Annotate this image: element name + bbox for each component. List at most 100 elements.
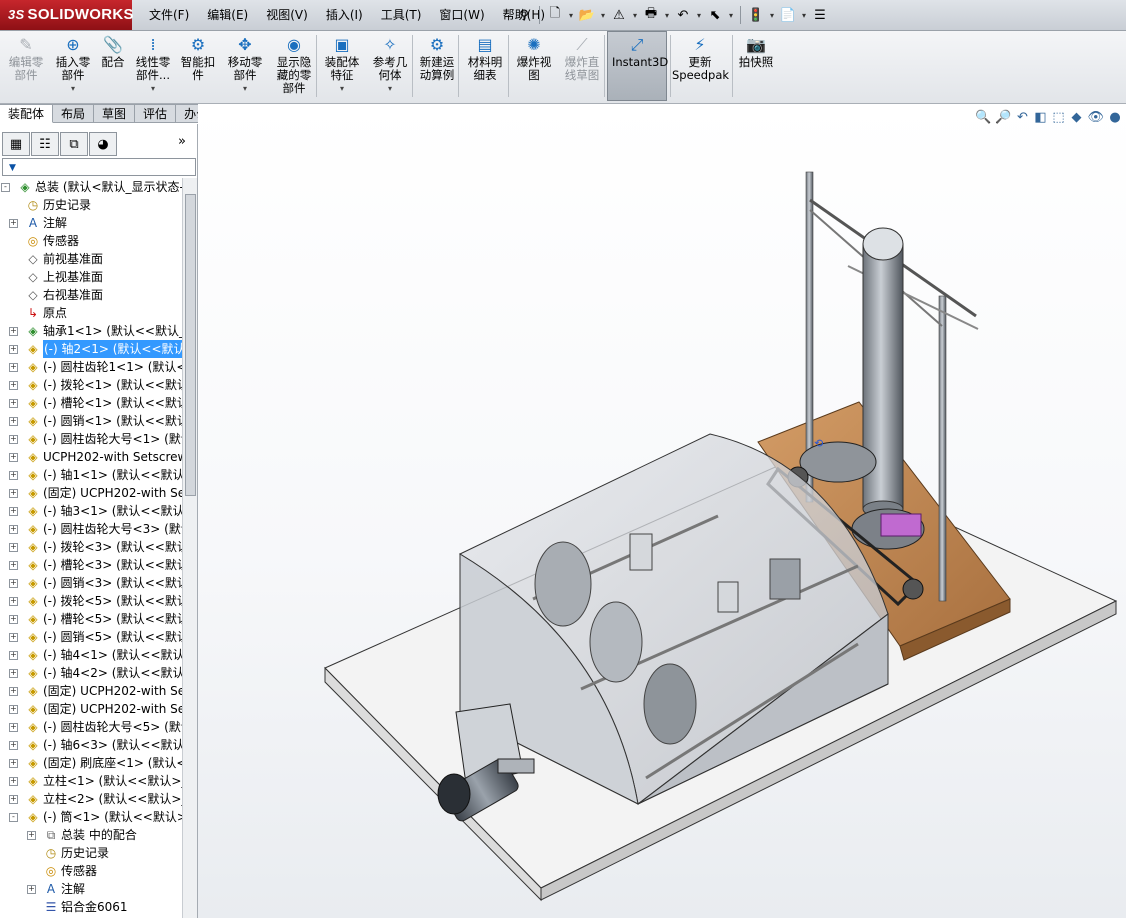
dropdown-arrow-icon[interactable]: ▾ <box>368 82 412 95</box>
tree-item[interactable]: + ◈ UCPH202-with Setscrew <box>0 448 182 466</box>
tree-item[interactable]: - ◈ 总装 (默认<默认_显示状态-1 <box>0 178 182 196</box>
file-properties-icon[interactable]: 📄 <box>778 5 798 25</box>
toolbar-button-2[interactable]: 📎 配合 <box>98 33 128 101</box>
tree-item[interactable]: ◎ 传感器 <box>0 232 182 250</box>
dropdown-arrow-icon[interactable]: ▾ <box>320 82 364 95</box>
dropdown-arrow-icon[interactable]: ▾ <box>599 5 607 25</box>
tree-expand-toggle[interactable]: + <box>9 633 18 642</box>
tree-item[interactable]: + ◈ (-) 圆柱齿轮大号<1> (默认 <box>0 430 182 448</box>
tree-item[interactable]: + ◈ (-) 槽轮<3> (默认<<默认 <box>0 556 182 574</box>
tree-expand-toggle[interactable]: + <box>9 597 18 606</box>
tree-filter-box[interactable]: ▼ <box>2 158 196 176</box>
tree-item[interactable]: + A 注解 <box>0 880 182 898</box>
toolbar-button-7[interactable]: ▣ 装配体 特征 ▾ <box>320 33 364 101</box>
menu-item-0[interactable]: 文件(F) <box>140 0 198 30</box>
tree-expand-toggle[interactable]: + <box>9 471 18 480</box>
tree-expand-toggle[interactable]: + <box>9 381 18 390</box>
tree-expand-toggle[interactable]: + <box>9 723 18 732</box>
assembly-model[interactable]: ⟲ <box>198 104 1126 918</box>
dropdown-arrow-icon[interactable]: ▾ <box>631 5 639 25</box>
tree-expand-toggle[interactable]: + <box>9 687 18 696</box>
graphics-viewport[interactable]: 🔍 🔎 ↶ ◧ ⬚ ◆ 👁 ● ⟲ <box>198 104 1126 918</box>
tab-2[interactable]: 草图 <box>94 104 136 123</box>
tree-expand-toggle[interactable]: + <box>9 489 18 498</box>
tree-expand-toggle[interactable]: + <box>9 759 18 768</box>
toolbar-button-3[interactable]: ⁞ 线性零 部件... ▾ <box>132 33 174 101</box>
pin-icon[interactable]: ⚲ <box>514 5 534 25</box>
tree-item[interactable]: ◇ 上视基准面 <box>0 268 182 286</box>
toolbar-button-6[interactable]: ◉ 显示隐 藏的零 部件 <box>272 33 316 101</box>
dropdown-arrow-icon[interactable]: ▾ <box>663 5 671 25</box>
tree-item[interactable]: ☰ 铝合金6061 <box>0 898 182 916</box>
dropdown-arrow-icon[interactable]: ▾ <box>768 5 776 25</box>
rebuild-icon[interactable]: ⚠ <box>609 5 629 25</box>
open-folder-icon[interactable]: 📂 <box>577 5 597 25</box>
tree-item[interactable]: + ◈ (-) 圆销<1> (默认<<默认 <box>0 412 182 430</box>
toolbar-button-0[interactable]: ✎ 编辑零 部件 <box>4 33 48 101</box>
tree-item[interactable]: ◇ 右视基准面 <box>0 286 182 304</box>
tab-1[interactable]: 布局 <box>53 104 95 123</box>
tree-item[interactable]: + ⧉ 总装 中的配合 <box>0 826 182 844</box>
tree-item[interactable]: - ◈ (-) 筒<1> (默认<<默认>_ <box>0 808 182 826</box>
toolbar-button-4[interactable]: ⚙ 智能扣 件 <box>178 33 218 101</box>
tree-item[interactable]: + ◈ 立柱<1> (默认<<默认>_ <box>0 772 182 790</box>
tree-item[interactable]: + ◈ (-) 圆柱齿轮大号<5> (默认 <box>0 718 182 736</box>
tree-item[interactable]: + ◈ (-) 圆柱齿轮1<1> (默认< <box>0 358 182 376</box>
tree-expand-toggle[interactable]: + <box>9 561 18 570</box>
options-icon[interactable]: ☰ <box>810 5 830 25</box>
toolbar-button-14[interactable]: ⚡ 更新 Speedpak <box>672 33 729 101</box>
tree-scroll-thumb[interactable] <box>185 194 196 496</box>
configuration-manager-tab-icon[interactable]: ⧉ <box>60 132 88 156</box>
tree-expand-toggle[interactable]: + <box>9 399 18 408</box>
tree-item[interactable]: + ◈ (-) 圆柱齿轮大号<3> (默认 <box>0 520 182 538</box>
tree-expand-toggle[interactable]: + <box>9 615 18 624</box>
tree-item[interactable]: + ◈ (-) 轴4<1> (默认<<默认 <box>0 646 182 664</box>
tree-item[interactable]: + ◈ (-) 轴3<1> (默认<<默认 <box>0 502 182 520</box>
tree-expand-toggle[interactable]: + <box>9 669 18 678</box>
dropdown-arrow-icon[interactable]: ▾ <box>567 5 575 25</box>
toolbar-button-9[interactable]: ⚙ 新建运 动算例 <box>416 33 458 101</box>
tree-expand-toggle[interactable]: + <box>9 453 18 462</box>
tree-item[interactable]: + ◈ (-) 拨轮<5> (默认<<默认 <box>0 592 182 610</box>
tree-item[interactable]: + ◈ (固定) 刷底座<1> (默认< <box>0 754 182 772</box>
menu-item-5[interactable]: 窗口(W) <box>430 0 493 30</box>
tree-expand-toggle[interactable]: + <box>9 705 18 714</box>
menu-item-1[interactable]: 编辑(E) <box>198 0 257 30</box>
tree-item[interactable]: ◇ 前视基准面 <box>0 250 182 268</box>
tree-item[interactable]: + ◈ (-) 圆销<5> (默认<<默认 <box>0 628 182 646</box>
tree-item[interactable]: ↳ 原点 <box>0 304 182 322</box>
tree-expand-toggle[interactable]: + <box>9 651 18 660</box>
dropdown-arrow-icon[interactable]: ▾ <box>800 5 808 25</box>
tree-item[interactable]: + ◈ (-) 槽轮<5> (默认<<默认 <box>0 610 182 628</box>
menu-item-3[interactable]: 插入(I) <box>317 0 372 30</box>
tree-expand-toggle[interactable]: + <box>9 219 18 228</box>
tree-item[interactable]: ◷ 历史记录 <box>0 844 182 862</box>
tree-expand-toggle[interactable]: + <box>9 435 18 444</box>
tree-expand-toggle[interactable]: - <box>9 813 18 822</box>
traffic-light-icon[interactable]: 🚦 <box>746 5 766 25</box>
toolbar-button-10[interactable]: ▤ 材料明 细表 <box>462 33 508 101</box>
tree-item[interactable]: + ◈ (-) 拨轮<1> (默认<<默认 <box>0 376 182 394</box>
toolbar-button-1[interactable]: ⊕ 插入零 部件 ▾ <box>52 33 94 101</box>
tree-item[interactable]: + ◈ 立柱<2> (默认<<默认>_ <box>0 790 182 808</box>
solidworks-logo[interactable]: 3S SOLIDWORKS <box>0 0 134 30</box>
tree-expand-toggle[interactable]: + <box>9 795 18 804</box>
tree-expand-toggle[interactable]: + <box>9 741 18 750</box>
tree-item[interactable]: + ◈ (-) 轴1<1> (默认<<默认 <box>0 466 182 484</box>
tree-expand-toggle[interactable]: + <box>9 345 18 354</box>
tree-expand-toggle[interactable]: + <box>9 525 18 534</box>
dropdown-arrow-icon[interactable]: ▾ <box>52 82 94 95</box>
feature-manager-tab-icon[interactable]: ▦ <box>2 132 30 156</box>
tree-expand-toggle[interactable]: + <box>9 417 18 426</box>
tab-0[interactable]: 装配体 <box>0 104 54 123</box>
tree-expand-toggle[interactable]: + <box>9 579 18 588</box>
tree-expand-toggle[interactable]: - <box>1 183 10 192</box>
print-icon[interactable]: 🖶 <box>641 5 661 25</box>
tree-item[interactable]: ◷ 历史记录 <box>0 196 182 214</box>
tree-expand-toggle[interactable]: + <box>9 777 18 786</box>
tree-item[interactable]: + A 注解 <box>0 214 182 232</box>
undo-icon[interactable]: ↶ <box>673 5 693 25</box>
toolbar-button-8[interactable]: ✧ 参考几 何体 ▾ <box>368 33 412 101</box>
dropdown-arrow-icon[interactable]: ▾ <box>727 5 735 25</box>
tree-item[interactable]: + ◈ (固定) UCPH202-with Set <box>0 682 182 700</box>
